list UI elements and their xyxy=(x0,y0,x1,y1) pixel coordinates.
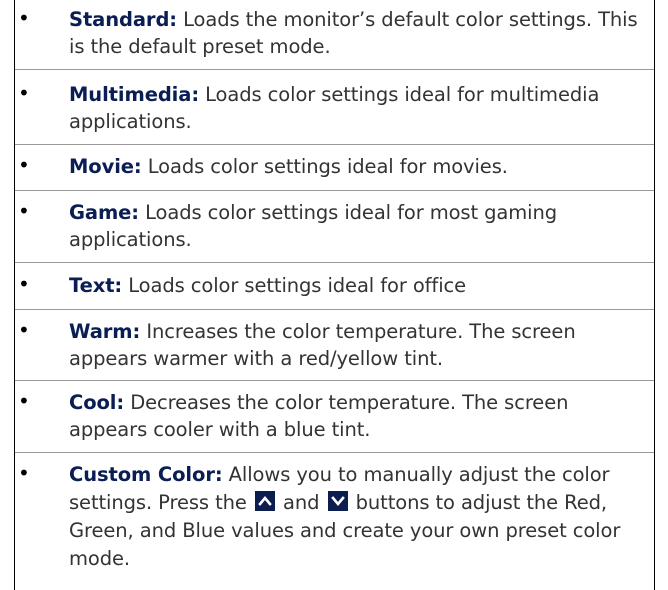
term-label: Cool: xyxy=(69,391,125,414)
term-description: Loads color settings ideal for most gami… xyxy=(69,201,558,251)
term-label: Movie: xyxy=(69,155,142,178)
term-label: Multimedia: xyxy=(69,83,200,106)
list-item-custom-color: Custom Color: Allows you to manually adj… xyxy=(69,461,641,573)
bullet: • xyxy=(18,6,30,30)
row-divider xyxy=(15,190,654,191)
list-item-warm: Warm: Increases the color temperature. T… xyxy=(69,318,641,372)
list-item-multimedia: Multimedia: Loads color settings ideal f… xyxy=(69,81,641,135)
bullet: • xyxy=(18,389,30,413)
list-item-movie: Movie: Loads color settings ideal for mo… xyxy=(69,153,641,180)
table-right-border xyxy=(654,0,655,590)
term-label: Text: xyxy=(69,274,123,297)
row-divider xyxy=(15,262,654,263)
document-page: • Standard: Loads the monitor’s default … xyxy=(0,0,668,590)
term-label: Game: xyxy=(69,201,140,224)
term-label: Warm: xyxy=(69,320,141,343)
term-description: Increases the color temperature. The scr… xyxy=(69,320,576,370)
term-description: Loads color settings ideal for office xyxy=(128,274,467,297)
row-divider xyxy=(15,144,654,145)
term-description: Loads color settings ideal for movies. xyxy=(147,155,508,178)
bullet: • xyxy=(18,199,30,223)
list-item-game: Game: Loads color settings ideal for mos… xyxy=(69,199,641,253)
term-label: Standard: xyxy=(69,8,177,31)
row-divider xyxy=(15,452,654,453)
bullet: • xyxy=(18,318,30,342)
list-item-text: Text: Loads color settings ideal for off… xyxy=(69,272,641,299)
list-item-cool: Cool: Decreases the color temperature. T… xyxy=(69,389,641,443)
row-divider xyxy=(15,69,654,70)
table-left-border xyxy=(14,0,15,590)
bullet: • xyxy=(18,461,30,485)
up-arrow-icon xyxy=(254,491,275,511)
term-description-part2: and xyxy=(283,491,320,514)
row-divider xyxy=(15,309,654,310)
down-arrow-icon xyxy=(327,491,348,511)
bullet: • xyxy=(18,81,30,105)
bullet: • xyxy=(18,272,30,296)
row-divider xyxy=(15,380,654,381)
bullet: • xyxy=(18,153,30,177)
term-label: Custom Color: xyxy=(69,463,223,486)
term-description: Decreases the color temperature. The scr… xyxy=(69,391,569,441)
list-item-standard: Standard: Loads the monitor’s default co… xyxy=(69,6,641,60)
